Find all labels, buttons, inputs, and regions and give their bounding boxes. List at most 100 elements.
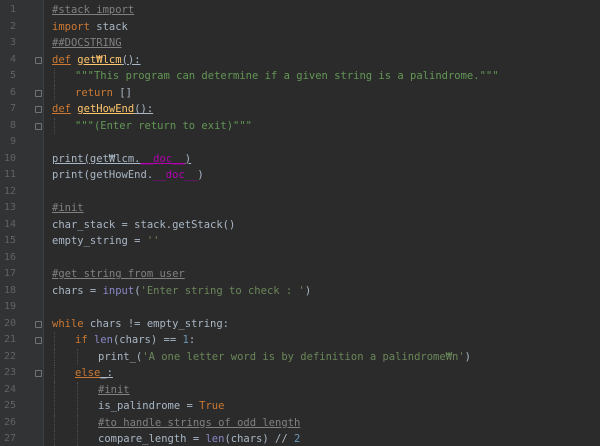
indent-guide: [54, 332, 55, 349]
code-line[interactable]: import stack: [44, 19, 600, 36]
code-line[interactable]: #get string from user: [44, 266, 600, 283]
line-number: 26: [3, 416, 16, 428]
code-token: :: [188, 334, 196, 346]
line-number: 11: [3, 169, 16, 180]
line-number: 5: [9, 70, 16, 81]
indent-guide: [54, 398, 55, 415]
code-line[interactable]: ##DOCSTRING: [44, 35, 600, 52]
code-token: ##DOCSTRING: [52, 37, 122, 49]
code-line[interactable]: empty_string = '': [44, 233, 600, 250]
indent-guide: [54, 117, 55, 134]
code-line[interactable]: [44, 184, 600, 201]
code-token: #get string from user: [52, 268, 185, 280]
code-token: print(get₩lcm.: [52, 152, 141, 165]
indent-guide: [54, 348, 55, 365]
code-token: def: [52, 53, 71, 66]
code-token: ): [304, 284, 312, 297]
code-token: '': [146, 235, 160, 247]
code-line[interactable]: print(getHowEnd.__doc__): [44, 167, 600, 184]
line-number: 16: [3, 251, 16, 263]
code-token: 2: [293, 433, 301, 445]
code-line[interactable]: """(Enter return to exit)""": [44, 117, 600, 134]
code-token: (chars) ==: [112, 334, 183, 346]
line-number: 15: [3, 235, 16, 246]
line-number: 1: [9, 4, 16, 15]
fold-marker-icon[interactable]: [35, 89, 42, 97]
code-token: import: [52, 20, 90, 33]
code-line[interactable]: print_('A one letter word is by definiti…: [44, 348, 600, 365]
indent-guide: [54, 84, 55, 101]
line-number: 24: [3, 383, 16, 395]
code-line[interactable]: chars = input('Enter string to check : '…: [44, 283, 600, 300]
code-token: ): [197, 169, 204, 181]
fold-marker-icon[interactable]: [35, 337, 42, 344]
code-token: #stack import: [52, 4, 135, 16]
code-line[interactable]: #to handle strings of odd length: [44, 414, 600, 431]
code-token: 'A one letter word is by definition a pa…: [142, 350, 465, 363]
line-number: 21: [3, 334, 16, 345]
code-token: compare_length =: [98, 433, 206, 445]
code-token: else: [75, 367, 101, 379]
code-token: True: [199, 400, 225, 412]
line-number: 13: [3, 202, 16, 213]
code-area[interactable]: #stack import import stack ##DOCSTRING def …: [44, 0, 600, 446]
fold-marker-icon[interactable]: [35, 106, 42, 113]
code-token: """This program can determine if a given…: [75, 70, 499, 82]
code-line[interactable]: while chars != empty_string:: [44, 316, 600, 333]
code-token: return: [75, 86, 113, 99]
indent-guide: [77, 381, 78, 398]
code-token: len: [205, 433, 225, 445]
code-line[interactable]: def getHowEnd():: [44, 101, 600, 118]
code-editor[interactable]: 1 2 3 4 5 6 7 8 9 10 11 12 13 14 15 16 17 18 19 20 21 22 23 24 2…: [0, 0, 600, 446]
fold-marker-icon[interactable]: [35, 370, 42, 377]
indent-guide: [54, 381, 55, 398]
line-number: 22: [3, 350, 16, 362]
code-token: def: [52, 103, 71, 115]
code-line[interactable]: [44, 134, 600, 151]
code-line[interactable]: char_stack = stack.getStack(): [44, 217, 600, 234]
code-line[interactable]: [44, 250, 600, 267]
code-line[interactable]: """This program can determine if a given…: [44, 68, 600, 85]
code-token: get₩lcm: [77, 53, 122, 66]
line-number: 12: [3, 185, 16, 197]
code-line[interactable]: #init: [44, 381, 600, 398]
code-token: __doc__: [153, 169, 198, 181]
line-number: 23: [3, 367, 16, 378]
code-line[interactable]: if len(chars) == 1:: [44, 332, 600, 349]
code-line[interactable]: #stack import: [44, 2, 600, 19]
code-line[interactable]: compare_length = len(chars) // 2: [44, 431, 600, 446]
code-token: []: [112, 86, 132, 99]
line-number: 10: [3, 152, 16, 164]
code-token: if: [75, 334, 88, 346]
code-token: _:: [100, 367, 113, 379]
code-line[interactable]: is_palindrome = True: [44, 398, 600, 415]
indent-guide: [77, 348, 78, 365]
indent-guide: [77, 431, 78, 446]
indent-guide: [54, 431, 55, 446]
line-number: 18: [3, 284, 16, 296]
code-line[interactable]: else_:: [44, 365, 600, 382]
code-token: chars =: [52, 284, 103, 297]
code-line[interactable]: return []: [44, 84, 600, 101]
code-token: """(Enter return to exit)""": [75, 119, 253, 132]
line-number: 2: [9, 20, 16, 32]
code-line[interactable]: [44, 299, 600, 316]
line-number: 14: [3, 218, 16, 230]
indent-guide: [77, 414, 78, 431]
fold-marker-icon[interactable]: [35, 122, 42, 130]
code-line[interactable]: def get₩lcm():: [44, 52, 600, 69]
code-token: ():: [121, 53, 141, 66]
indent-guide: [54, 414, 55, 431]
line-number: 19: [3, 301, 16, 312]
line-number: 27: [3, 433, 16, 444]
code-token: len: [93, 334, 113, 346]
line-number: 7: [9, 103, 16, 114]
code-line[interactable]: print(get₩lcm.__doc__): [44, 151, 600, 168]
fold-marker-icon[interactable]: [35, 56, 42, 64]
code-token: ): [464, 350, 471, 363]
fold-marker-icon[interactable]: [35, 320, 42, 328]
line-number: 25: [3, 400, 16, 411]
code-token: ): [184, 152, 192, 165]
code-token: 'Enter string to check : ': [140, 284, 305, 297]
code-line[interactable]: #init: [44, 200, 600, 217]
